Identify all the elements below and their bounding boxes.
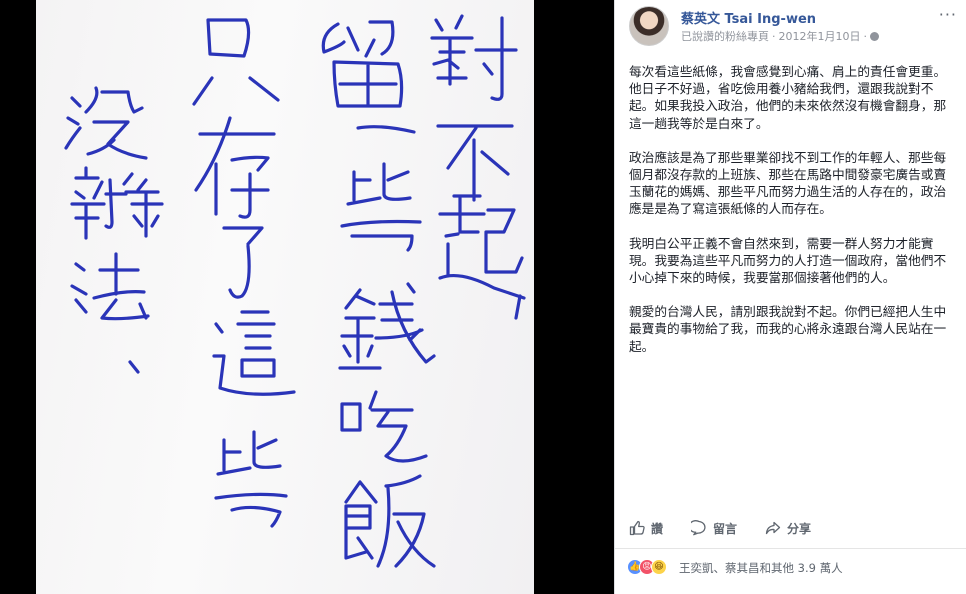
post-header: 蔡英文 Tsai Ing-wen 已說讚的粉絲專頁 · 2012年1月10日 ·… <box>629 6 959 46</box>
comment-button[interactable]: 留言 <box>691 520 737 537</box>
handwriting-strokes <box>64 14 526 568</box>
like-label: 讚 <box>651 521 664 536</box>
meta-separator: · <box>863 29 868 43</box>
post-paragraph: 每次看這些紙條，我會感覺到心痛、肩上的責任會更重。他日子不好過，省吃儉用養小豬給… <box>629 64 947 131</box>
post-date[interactable]: 2012年1月10日 <box>779 28 861 44</box>
meta-separator: · <box>772 29 776 43</box>
globe-icon <box>870 31 879 41</box>
reactions-bar[interactable]: 👍 😡 😆 王奕凱、蔡其昌和其他 3.9 萬人 <box>615 548 966 594</box>
share-icon <box>765 521 781 535</box>
post-paragraph: 政治應該是為了那些畢業卻找不到工作的年輕人、那些每個月都沒存款的上班族、那些在馬… <box>629 149 947 217</box>
author-name[interactable]: 蔡英文 Tsai Ing-wen <box>681 8 816 27</box>
post-meta: 已說讚的粉絲專頁 · 2012年1月10日 · <box>681 28 879 44</box>
comment-label: 留言 <box>713 521 738 536</box>
page-status: 已說讚的粉絲專頁 <box>681 30 769 43</box>
post-paragraph: 我明白公平正義不會自然來到，需要一群人努力才能實現。我要為這些平凡而努力的人打造… <box>629 235 947 286</box>
share-label: 分享 <box>787 521 812 536</box>
post-panel: 蔡英文 Tsai Ing-wen 已說讚的粉絲專頁 · 2012年1月10日 ·… <box>614 0 966 594</box>
reaction-icons: 👍 😡 😆 <box>627 559 667 575</box>
like-button[interactable]: 讚 <box>629 520 663 537</box>
post-text: 每次看這些紙條，我會感覺到心痛、肩上的責任會更重。他日子不好過，省吃儉用養小豬給… <box>629 63 955 372</box>
more-options-icon[interactable]: ··· <box>939 7 957 23</box>
post-paragraph: 親愛的台灣人民，請別跟我說對不起。你們已經把人生中最寶貴的事物給了我，而我的心將… <box>629 304 947 354</box>
share-button[interactable]: 分享 <box>765 520 811 537</box>
comment-icon <box>691 520 706 536</box>
haha-reaction-icon: 😆 <box>651 559 667 575</box>
photo-viewer[interactable] <box>0 0 614 594</box>
reactions-summary[interactable]: 王奕凱、蔡其昌和其他 3.9 萬人 <box>679 560 843 576</box>
avatar[interactable] <box>629 6 669 46</box>
handwritten-note-image <box>36 0 534 594</box>
like-icon <box>629 520 645 536</box>
action-bar: 讚 留言 分享 <box>629 514 955 542</box>
